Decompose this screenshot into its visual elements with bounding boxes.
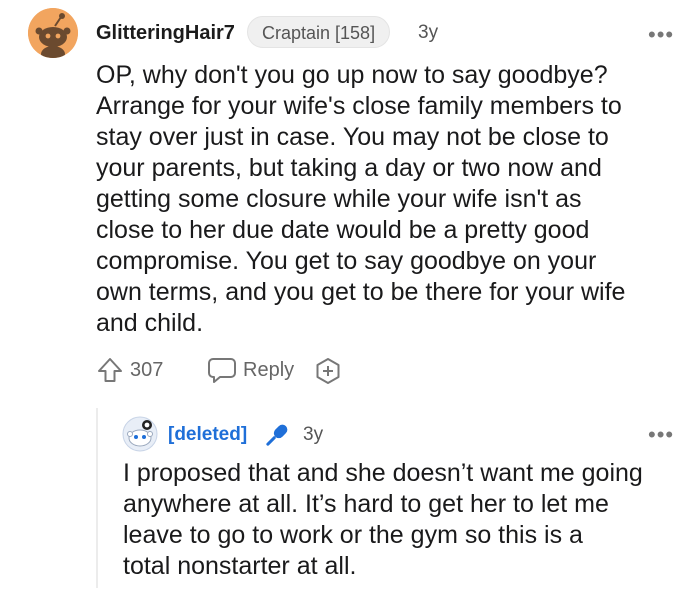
reply-body: I proposed that and she doesn’t want me … — [123, 458, 683, 582]
deleted-avatar-icon — [122, 416, 158, 452]
reply-avatar[interactable] — [122, 416, 158, 452]
comment-bubble-icon — [208, 358, 236, 383]
reply-username[interactable]: [deleted] — [168, 424, 247, 446]
comment-line: and child. — [96, 309, 204, 337]
comment-age: 3y — [418, 22, 439, 43]
reply-button[interactable]: Reply — [207, 356, 294, 384]
award-plus-icon — [316, 358, 340, 384]
more-options-icon[interactable]: ••• — [648, 424, 674, 446]
reply-line: anywhere at all. It’s hard to get her to… — [123, 490, 609, 518]
comment-body: OP, why don't you go up now to say goodb… — [96, 60, 676, 339]
more-options-icon[interactable]: ••• — [648, 24, 674, 46]
comment-line: OP, why don't you go up now to say goodb… — [96, 61, 608, 89]
comment-line: own terms, and you get to be there for y… — [96, 278, 626, 306]
comment-line: stay over just in case. You may not be c… — [96, 123, 609, 151]
microphone-icon — [260, 420, 292, 452]
reply-line: total nonstarter at all. — [123, 552, 357, 580]
comment-line: close to her due date would be a pretty … — [96, 216, 590, 244]
reply-age: 3y — [303, 424, 324, 445]
comment-line: Arrange for your wife's close family mem… — [96, 92, 622, 120]
reply-line: I proposed that and she doesn’t want me … — [123, 459, 643, 487]
comment-line: getting some closure while your wife isn… — [96, 185, 582, 213]
comment-username[interactable]: GlitteringHair7 — [96, 22, 235, 45]
snoo-avatar-icon — [28, 8, 78, 58]
user-flair: Craptain [158] — [247, 16, 391, 48]
upvote-arrow-icon — [98, 358, 122, 382]
comment-line: compromise. You get to say goodbye on yo… — [96, 247, 597, 275]
upvote-count: 307 — [130, 358, 164, 381]
award-button[interactable] — [314, 357, 342, 385]
user-avatar[interactable] — [28, 8, 78, 58]
thread-line[interactable] — [96, 408, 98, 588]
comment-line: your parents, but taking a day or two no… — [96, 154, 602, 182]
reply-label: Reply — [243, 358, 295, 381]
reply-line: leave to go to work or the gym so this i… — [123, 521, 583, 549]
upvote-button[interactable]: 307 — [96, 356, 163, 384]
